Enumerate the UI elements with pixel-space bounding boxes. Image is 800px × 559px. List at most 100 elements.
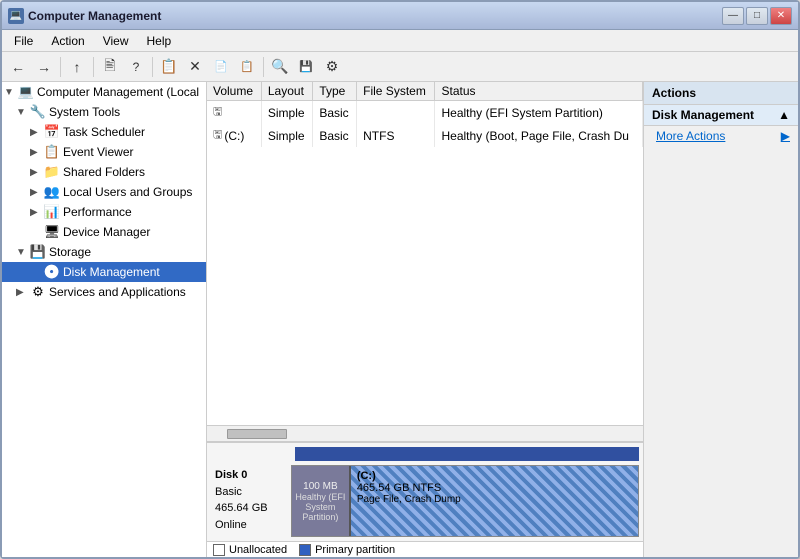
- back-button[interactable]: ←: [6, 55, 30, 79]
- scrollbar-thumb[interactable]: [227, 429, 287, 439]
- primary-box: [299, 544, 311, 556]
- export-button[interactable]: 💾: [294, 55, 318, 79]
- tree-item-shared-folders[interactable]: ▶ 📁 Shared Folders: [2, 162, 206, 182]
- toolbar-sep-3: [152, 57, 153, 77]
- close-button[interactable]: ✕: [770, 7, 792, 25]
- disk-status: Online: [215, 517, 287, 534]
- device-manager-icon: 🖥: [44, 224, 60, 240]
- row2-type: Basic: [313, 124, 357, 147]
- more-actions-item[interactable]: More Actions ▶: [644, 126, 798, 146]
- toolbar-sep-1: [60, 57, 61, 77]
- window-title: Computer Management: [28, 9, 161, 23]
- delete-button[interactable]: ✕: [183, 55, 207, 79]
- row2-filesystem: NTFS: [357, 124, 435, 147]
- local-users-icon: 👥: [44, 184, 60, 200]
- action-section-header[interactable]: Disk Management ▲: [644, 105, 798, 126]
- root-label: Computer Management (Local: [37, 85, 199, 99]
- row1-status: Healthy (EFI System Partition): [435, 101, 643, 125]
- col-filesystem[interactable]: File System: [357, 82, 435, 101]
- toolbar: ← → ↑ 🖹 ? 📋 ✕ 📄 📋 🔍 💾 ⚙: [2, 52, 798, 82]
- disk-management-label: Disk Management: [63, 265, 160, 279]
- unallocated-label: Unallocated: [229, 544, 287, 556]
- tree-item-performance[interactable]: ▶ 📊 Performance: [2, 202, 206, 222]
- more-actions-label: More Actions: [656, 129, 725, 143]
- tree-item-system-tools[interactable]: ▼ 🔧 System Tools: [2, 102, 206, 122]
- task-scheduler-expand-icon: ▶: [30, 127, 44, 138]
- table-row[interactable]: 🖫 Simple Basic Healthy (EFI System Parti…: [207, 101, 643, 125]
- disk-footer: Unallocated Primary partition: [207, 541, 643, 557]
- main-content: ▼ 💻 Computer Management (Local ▼ 🔧 Syste…: [2, 82, 798, 557]
- event-viewer-icon: 📋: [44, 144, 60, 160]
- action-section-label: Disk Management: [652, 108, 754, 122]
- new-window-button[interactable]: 📋: [157, 55, 181, 79]
- properties-button[interactable]: 📄: [209, 55, 233, 79]
- tree-root[interactable]: ▼ 💻 Computer Management (Local: [2, 82, 206, 102]
- efi-status: Healthy (EFI System Partition): [294, 492, 347, 522]
- shared-folders-label: Shared Folders: [63, 165, 145, 179]
- horizontal-scrollbar[interactable]: [207, 425, 643, 441]
- event-viewer-label: Event Viewer: [63, 145, 133, 159]
- storage-label: Storage: [49, 245, 91, 259]
- help-button[interactable]: ?: [124, 55, 148, 79]
- title-bar-left: 💻 Computer Management: [8, 8, 161, 24]
- storage-expand-icon: ▼: [16, 247, 30, 258]
- local-users-expand-icon: ▶: [30, 187, 44, 198]
- system-tools-icon: 🔧: [30, 104, 46, 120]
- system-tools-expand-icon: ▼: [16, 107, 30, 118]
- task-scheduler-icon: 📅: [44, 124, 60, 140]
- tree-item-device-manager[interactable]: ▶ 🖥 Device Manager: [2, 222, 206, 242]
- minimize-button[interactable]: —: [722, 7, 744, 25]
- action-section-arrow: ▲: [778, 108, 790, 122]
- col-status[interactable]: Status: [435, 82, 643, 101]
- tree-item-disk-management[interactable]: ▶ 💿 Disk Management: [2, 262, 206, 282]
- tree-item-storage[interactable]: ▼ 💾 Storage: [2, 242, 206, 262]
- title-bar: 💻 Computer Management — □ ✕: [2, 2, 798, 30]
- col-volume[interactable]: Volume: [207, 82, 261, 101]
- menu-file[interactable]: File: [6, 32, 41, 50]
- c-label: (C:): [357, 470, 632, 482]
- disk-type: Basic: [215, 484, 287, 501]
- table-scroll-area[interactable]: [207, 147, 643, 425]
- menu-view[interactable]: View: [95, 32, 137, 50]
- shared-folders-icon: 📁: [44, 164, 60, 180]
- partition-c[interactable]: (C:) 465.54 GB NTFS Page File, Crash Dum…: [351, 466, 638, 536]
- c-status: Page File, Crash Dump: [357, 494, 632, 505]
- settings-button[interactable]: ⚙: [320, 55, 344, 79]
- partition-efi[interactable]: 100 MB Healthy (EFI System Partition): [292, 466, 351, 536]
- primary-label: Primary partition: [315, 544, 395, 556]
- tree-item-local-users[interactable]: ▶ 👥 Local Users and Groups: [2, 182, 206, 202]
- maximize-button[interactable]: □: [746, 7, 768, 25]
- table-row[interactable]: 🖫 (C:) Simple Basic NTFS Healthy (Boot, …: [207, 124, 643, 147]
- row1-layout: Simple: [261, 101, 312, 125]
- services-icon: ⚙: [30, 284, 46, 300]
- toolbar-sep-2: [93, 57, 94, 77]
- col-type[interactable]: Type: [313, 82, 357, 101]
- search-button[interactable]: 🔍: [268, 55, 292, 79]
- disk-table: Volume Layout Type File System Status 🖫: [207, 82, 643, 147]
- menu-bar: File Action View Help: [2, 30, 798, 52]
- tree-item-task-scheduler[interactable]: ▶ 📅 Task Scheduler: [2, 122, 206, 142]
- tree-item-event-viewer[interactable]: ▶ 📋 Event Viewer: [2, 142, 206, 162]
- show-hide-button[interactable]: 🖹: [98, 55, 122, 79]
- legend-primary: Primary partition: [299, 544, 395, 556]
- root-icon: 💻: [18, 84, 34, 100]
- forward-button[interactable]: →: [32, 55, 56, 79]
- services-expand-icon: ▶: [16, 287, 30, 298]
- performance-icon: 📊: [44, 204, 60, 220]
- right-panel: Actions Disk Management ▲ More Actions ▶: [643, 82, 798, 557]
- shared-folders-expand-icon: ▶: [30, 167, 44, 178]
- row2-layout: Simple: [261, 124, 312, 147]
- help2-button[interactable]: 📋: [235, 55, 259, 79]
- unallocated-box: [213, 544, 225, 556]
- menu-help[interactable]: Help: [139, 32, 180, 50]
- disk-info: Disk 0 Basic 465.64 GB Online: [211, 465, 291, 537]
- actions-header: Actions: [644, 82, 798, 105]
- col-layout[interactable]: Layout: [261, 82, 312, 101]
- task-scheduler-label: Task Scheduler: [63, 125, 145, 139]
- device-manager-label: Device Manager: [63, 225, 150, 239]
- menu-action[interactable]: Action: [43, 32, 92, 50]
- services-label: Services and Applications: [49, 285, 186, 299]
- performance-label: Performance: [63, 205, 132, 219]
- tree-item-services[interactable]: ▶ ⚙ Services and Applications: [2, 282, 206, 302]
- up-button[interactable]: ↑: [65, 55, 89, 79]
